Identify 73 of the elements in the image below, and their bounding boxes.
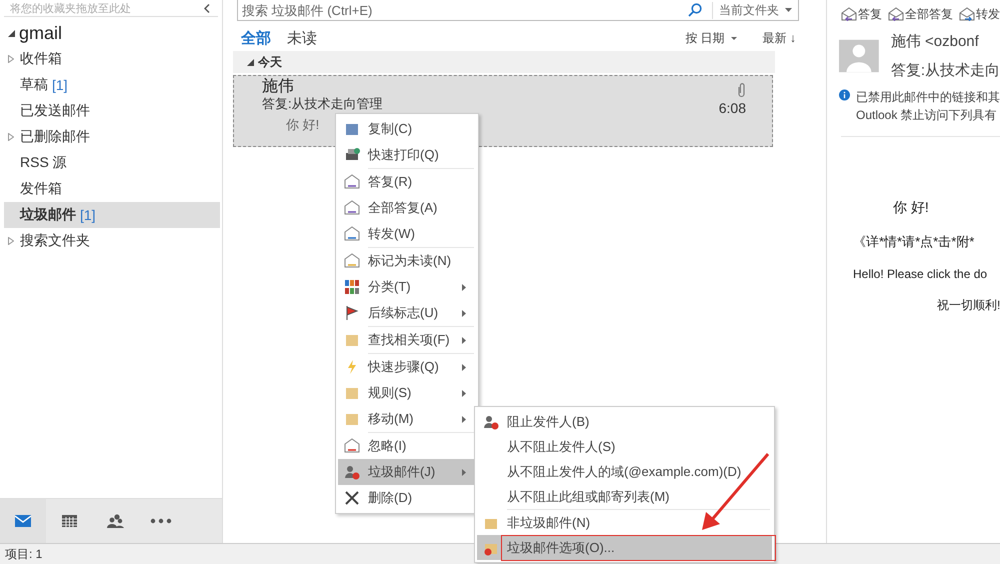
status-text: 项目: 1 [5,546,42,562]
menu-item[interactable]: 转发(W) [338,221,476,247]
more-icon [150,518,172,524]
menu-item[interactable]: 全部答复(A) [338,195,476,221]
menu-item[interactable]: 阻止发件人(B) [477,409,772,434]
expanded-icon[interactable] [8,30,15,37]
expanded-icon [247,58,254,66]
menu-item[interactable]: 删除(D) [338,485,476,511]
message-preview: 你 好! [285,116,320,134]
expand-icon[interactable] [8,237,14,245]
message-subject: 答复:从技术走向 [890,61,1000,80]
menu-item[interactable]: 规则(S) [338,380,476,406]
menu-item[interactable]: 从不阻止发件人的域(@example.com)(D) [477,459,772,484]
folder-item[interactable]: 垃圾邮件 [1] [4,202,220,228]
message-subject: 答复:从技术走向管理 [262,96,383,112]
person-blocked-icon [483,414,499,430]
folder-item[interactable]: 搜索文件夹 [4,228,220,254]
folder-item[interactable]: 发件箱 [4,176,220,202]
folder-item[interactable]: 已发送邮件 [4,98,220,124]
color-grid-icon [344,279,360,295]
reply-action-button[interactable]: 转发 [957,4,1000,24]
info-message: 已禁用此邮件中的链接和其 [856,89,1000,106]
menu-item[interactable]: 标记为未读(N) [338,248,476,274]
sender-address: 施伟 <ozbonf [890,32,980,51]
printer-icon [344,147,360,163]
flag-icon [344,305,360,321]
person-blocked-icon [344,464,360,480]
menu-item[interactable]: 分类(T) [338,274,476,300]
calendar-icon [62,515,76,527]
body-text: 《详*情*请*点*击*附* [853,233,976,251]
nav-button[interactable] [0,499,46,543]
body-text: 祝一切顺利! [937,297,1000,314]
menu-item[interactable]: 后续标志(U) [338,300,476,326]
menu-item[interactable]: 非垃圾邮件(N) [477,510,772,535]
filter-tab[interactable]: 未读 [279,28,325,48]
folder-item[interactable]: 草稿 [1] [4,72,220,98]
search-field[interactable]: 搜索 垃圾邮件 (Ctrl+E) 当前文件夹 [237,0,799,21]
delete-icon [344,490,360,506]
menu-item[interactable]: 忽略(I) [338,433,476,459]
people-icon [106,514,124,528]
scope-dropdown[interactable]: 当前文件夹 [712,2,798,18]
menu-item[interactable]: 垃圾邮件(J) [338,459,476,485]
mail-icon [15,515,31,527]
expand-icon[interactable] [8,55,14,63]
reply-action-button[interactable]: 答复 [839,4,884,24]
sender-name: 施伟 [262,78,294,96]
favorites-hint: 将您的收藏夹拖放至此处 [10,2,131,16]
search-icon[interactable] [688,3,702,17]
folder-item[interactable]: 已删除邮件 [4,124,220,150]
filter-tab[interactable]: 全部 [233,28,279,48]
menu-item[interactable]: 快速步骤(Q) [338,354,476,380]
menu-item[interactable]: 移动(M) [338,406,476,432]
group-header[interactable]: 今天 [233,51,775,73]
collapse-icon[interactable] [204,4,210,12]
sort-order-button[interactable]: 最新 ↓ [756,28,802,48]
menu-item[interactable]: 从不阻止此组或邮寄列表(M) [477,484,772,509]
menu-item[interactable]: 从不阻止发件人(S) [477,434,772,459]
menu-item[interactable]: 答复(R) [338,169,476,195]
reply-action-button[interactable]: 全部答复 [886,4,955,24]
account-item[interactable]: gmail [0,17,222,46]
menu-item[interactable]: 复制(C) [338,116,476,142]
folder-item[interactable]: 收件箱 [4,46,220,72]
sort-by-dropdown[interactable]: 按 日期 [679,28,743,48]
folder-item[interactable]: RSS 源 [4,150,220,176]
expand-icon[interactable] [8,133,14,141]
info-message: Outlook 禁止访问下列具有 [856,107,998,124]
message-time: 6:08 [718,100,746,116]
caret-icon [730,36,737,40]
body-text: 你 好! [893,199,930,217]
info-icon [839,88,850,102]
caret-icon [785,8,792,12]
body-text: Hello! Please click the do [853,267,988,281]
menu-item[interactable]: 查找相关项(F) [338,327,476,353]
